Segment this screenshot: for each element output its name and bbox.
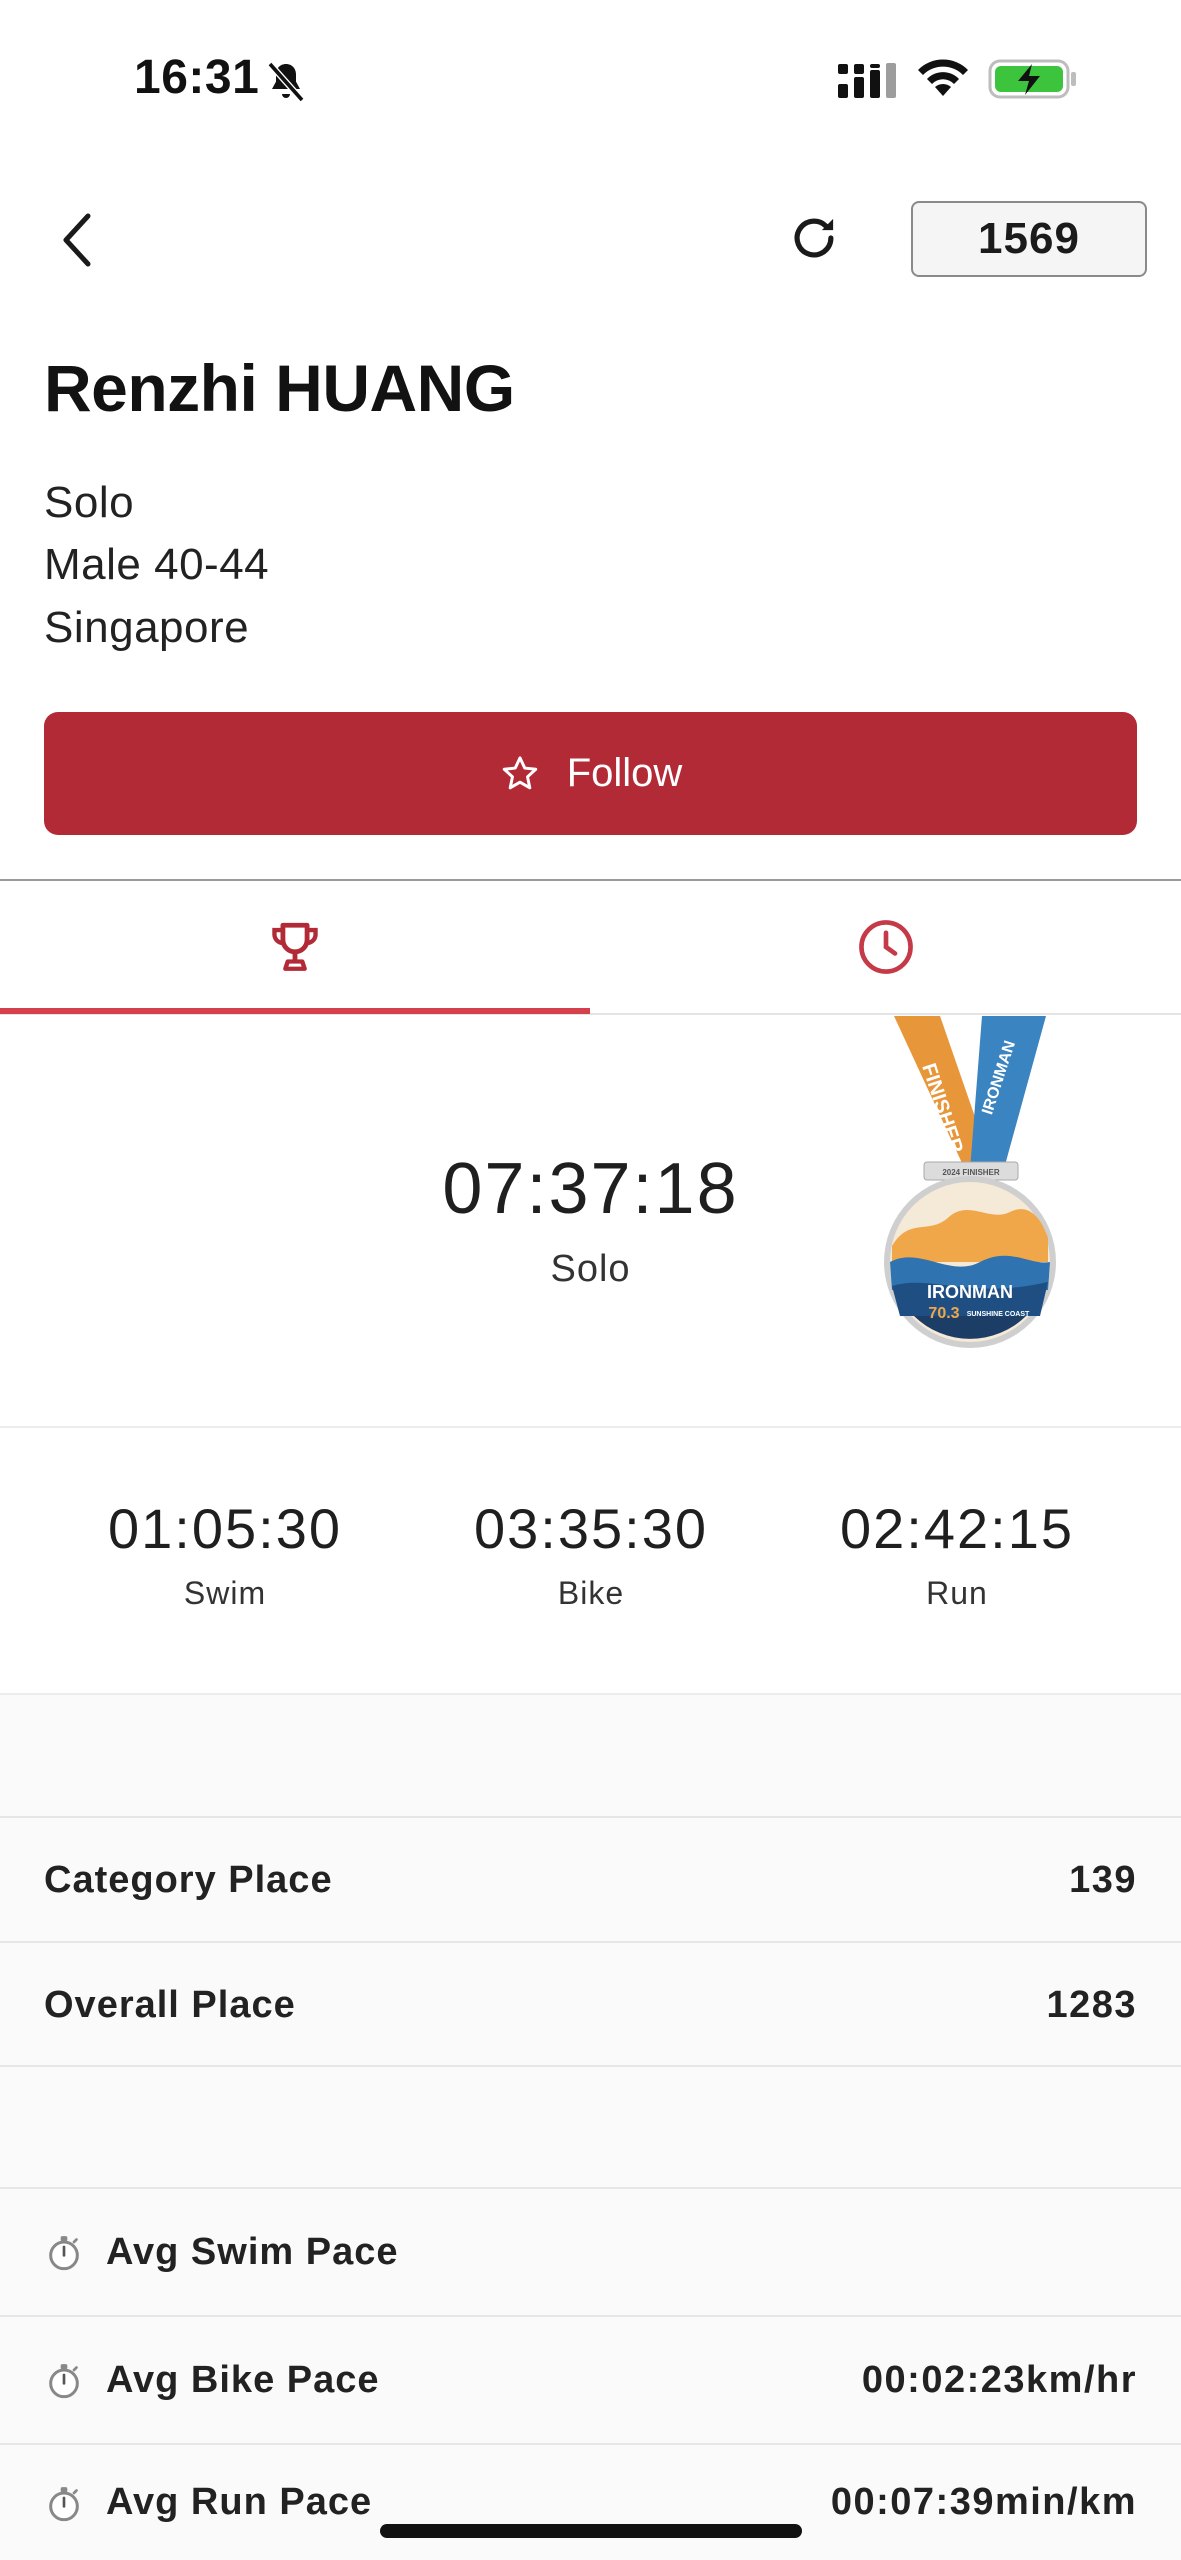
overall-place-row: Overall Place 1283 — [0, 1943, 1181, 2067]
athlete-category: Male 40-44 — [44, 540, 270, 589]
overall-place-label: Overall Place — [44, 1983, 296, 2026]
status-time: 16:31 — [134, 51, 260, 104]
stopwatch-icon — [49, 2486, 79, 2521]
spacer-band — [0, 2067, 1181, 2187]
category-place-value: 139 — [1069, 1858, 1137, 1901]
chevron-left-icon — [63, 213, 91, 267]
clock-icon — [858, 920, 913, 974]
overall-place-value: 1283 — [1046, 1983, 1137, 2026]
status-bar: 16:31 — [0, 0, 1181, 150]
bib-number-badge: 1569 — [911, 201, 1147, 277]
signal-icon — [838, 63, 896, 98]
wifi-icon — [918, 59, 968, 96]
avg-run-pace-label: Avg Run Pace — [106, 2481, 373, 2523]
athlete-result-screen: 16:31 1569 Renzhi HUANG Solo Male 40-44 … — [0, 0, 1181, 2560]
split-label: Swim — [183, 1575, 267, 1611]
athlete-division: Solo — [44, 478, 135, 527]
follow-button-label: Follow — [566, 751, 683, 795]
split-time: 01:05:30 — [108, 1497, 342, 1560]
split-run: 02:42:15 Run — [760, 1496, 1154, 1612]
follow-button[interactable]: Follow — [44, 712, 1137, 835]
avg-bike-pace-row: Avg Bike Pace 00:02:23km/hr — [0, 2317, 1181, 2443]
avg-bike-pace-label: Avg Bike Pace — [106, 2358, 380, 2401]
spacer-band — [0, 1695, 1181, 1817]
divider — [0, 1426, 1181, 1428]
active-tab-indicator — [0, 1008, 590, 1014]
medal-text-sunshine-coast: SUNSHINE COAST — [967, 1311, 1030, 1318]
split-label: Bike — [557, 1575, 625, 1611]
avg-swim-pace-label: Avg Swim Pace — [106, 2230, 399, 2273]
battery-charging-icon — [988, 59, 1076, 99]
home-indicator[interactable] — [380, 2524, 802, 2538]
split-time: 03:35:30 — [474, 1497, 708, 1560]
avg-run-pace-value: 00:07:39min/km — [830, 2481, 1137, 2523]
split-bike: 03:35:30 Bike — [394, 1496, 788, 1612]
stopwatch-icon — [49, 2364, 79, 2399]
star-outline-icon — [502, 755, 537, 789]
finisher-medal: FINISHER IRONMAN 2024 FINISHER IRONMAN 7… — [884, 1016, 1056, 1348]
medal-text-ironman: IRONMAN — [927, 1282, 1013, 1302]
avg-bike-pace-key: Avg Bike Pace — [44, 2359, 380, 2402]
athlete-country: Singapore — [44, 603, 250, 652]
split-time: 02:42:15 — [840, 1497, 1074, 1560]
avg-swim-pace-key: Avg Swim Pace — [44, 2231, 399, 2274]
avg-run-pace-key: Avg Run Pace — [44, 2481, 372, 2524]
bell-off-icon — [267, 61, 305, 103]
category-place-label: Category Place — [44, 1858, 333, 1901]
split-swim: 01:05:30 Swim — [28, 1496, 422, 1612]
avg-run-pace-row: Avg Run Pace 00:07:39min/km — [0, 2445, 1181, 2560]
stopwatch-icon — [49, 2236, 79, 2271]
split-label: Run — [926, 1575, 988, 1611]
avg-bike-pace-value: 00:02:23km/hr — [861, 2358, 1137, 2401]
refresh-icon — [794, 218, 834, 258]
tab-results[interactable] — [0, 881, 590, 1013]
medal-clasp-text: 2024 FINISHER — [942, 1168, 1000, 1177]
athlete-name: Renzhi HUANG — [44, 351, 515, 425]
avg-swim-pace-row: Avg Swim Pace — [0, 2189, 1181, 2315]
back-button[interactable] — [48, 200, 108, 280]
tab-splits[interactable] — [590, 881, 1181, 1013]
medal-text-70-3: 70.3 — [928, 1305, 959, 1322]
refresh-button[interactable] — [776, 200, 852, 276]
trophy-icon — [272, 922, 318, 971]
category-place-row: Category Place 139 — [0, 1818, 1181, 1942]
